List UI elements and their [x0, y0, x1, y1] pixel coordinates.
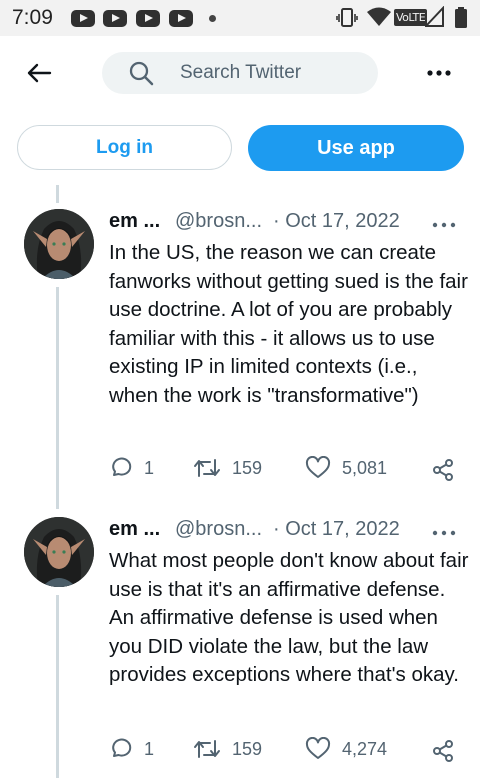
reply-icon	[112, 457, 132, 476]
status-time: 7:09	[12, 6, 53, 29]
reply-button[interactable]: 1	[109, 456, 154, 480]
reply-count: 1	[144, 457, 155, 478]
avatar-image	[24, 517, 94, 587]
tweet-text: What most people don't know about fair u…	[109, 549, 469, 686]
retweet-icon	[194, 740, 220, 758]
avatar[interactable]	[24, 209, 94, 279]
search-icon	[129, 61, 154, 86]
youtube-icon	[71, 10, 95, 27]
author-handle[interactable]: @brosn...	[175, 210, 262, 233]
more-horizontal-icon	[427, 70, 451, 76]
arrow-left-icon	[27, 63, 52, 83]
tweet-header: em ... @brosn... · Oct 17, 2022	[109, 518, 469, 546]
search-bar[interactable]	[102, 52, 378, 94]
reply-count: 1	[144, 738, 155, 759]
thread-line-middle	[56, 287, 59, 509]
tweet-header: em ... @brosn... · Oct 17, 2022	[109, 210, 469, 238]
status-bar: 7:09 VoLTE	[0, 0, 480, 36]
share-button[interactable]	[431, 458, 455, 482]
tweet-more-icon[interactable]	[432, 528, 456, 538]
share-button[interactable]	[431, 739, 455, 763]
like-button[interactable]: 5,081	[305, 456, 387, 480]
avatar[interactable]	[24, 517, 94, 587]
tweet-date[interactable]: · Oct 17, 2022	[273, 518, 400, 541]
back-button[interactable]	[22, 56, 56, 90]
signal-icon	[425, 6, 444, 27]
reply-button[interactable]: 1	[109, 737, 154, 761]
vibrate-icon	[336, 8, 358, 27]
like-count: 5,081	[342, 457, 388, 478]
heart-icon	[305, 456, 331, 478]
battery-icon	[455, 7, 467, 28]
retweet-count: 159	[232, 457, 263, 478]
author-name[interactable]: em ...	[109, 518, 160, 541]
more-options-button[interactable]	[424, 60, 454, 86]
thread-line-bottom	[56, 595, 59, 778]
retweet-icon	[194, 459, 220, 477]
youtube-icon	[169, 10, 193, 27]
like-count: 4,274	[342, 738, 388, 759]
like-button[interactable]: 4,274	[305, 737, 387, 761]
tweet-text: In the US, the reason we can create fanw…	[109, 241, 468, 407]
search-input[interactable]	[180, 52, 370, 94]
wifi-icon	[367, 7, 391, 26]
retweet-count: 159	[232, 738, 263, 759]
author-handle[interactable]: @brosn...	[175, 518, 262, 541]
avatar-image	[24, 209, 94, 279]
retweet-button[interactable]: 159	[193, 456, 262, 480]
youtube-icon	[103, 10, 127, 27]
reply-icon	[112, 738, 132, 757]
author-name[interactable]: em ...	[109, 210, 160, 233]
tweet-more-icon[interactable]	[432, 220, 456, 230]
volte-badge: VoLTE	[394, 9, 428, 26]
share-icon	[433, 740, 453, 762]
retweet-button[interactable]: 159	[193, 737, 262, 761]
share-icon	[433, 459, 453, 481]
login-button[interactable]: Log in	[17, 125, 232, 170]
thread-line-top	[56, 185, 59, 203]
use-app-button[interactable]: Use app	[248, 125, 464, 171]
heart-icon	[305, 737, 331, 759]
more-notifications-dot	[209, 15, 216, 22]
youtube-icon	[136, 10, 160, 27]
tweet-date[interactable]: · Oct 17, 2022	[273, 210, 400, 233]
